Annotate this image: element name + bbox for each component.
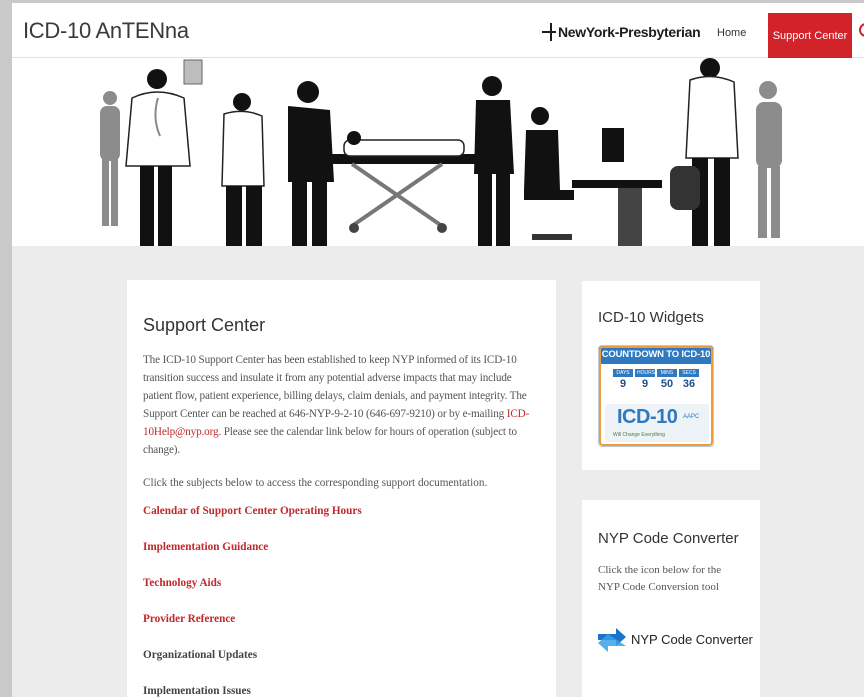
countdown-label-days: DAYS (613, 369, 633, 377)
link-calendar-hours[interactable]: Calendar of Support Center Operating Hou… (143, 505, 362, 541)
countdown-widget[interactable]: COUNTDOWN TO ICD-10 DAYS HOURS MINS SECS… (598, 345, 714, 447)
support-links-list: Calendar of Support Center Operating Hou… (143, 505, 362, 697)
converter-arrows-icon (598, 628, 626, 652)
receptionist-desk-silhouette (524, 107, 662, 246)
subjects-instruction: Click the subjects below to access the c… (143, 477, 488, 489)
link-technology-aids[interactable]: Technology Aids (143, 577, 362, 613)
first-responder-silhouette (670, 58, 739, 246)
top-navigation-bar: ICD-10 AnTENna NewYork-Presbyterian Home… (12, 3, 864, 58)
countdown-label-mins: MINS (657, 369, 677, 377)
icd10-widgets-card: ICD-10 Widgets COUNTDOWN TO ICD-10 DAYS … (582, 281, 760, 470)
aapc-logo: AAPC (683, 414, 700, 420)
stretcher-silhouette (288, 81, 498, 246)
widgets-title: ICD-10 Widgets (598, 309, 704, 326)
icd10-logo-text: ICD-10 (617, 406, 678, 428)
link-provider-reference[interactable]: Provider Reference (143, 613, 362, 649)
link-implementation-issues[interactable]: Implementation Issues (143, 685, 362, 697)
countdown-values: 9 9 50 36 (599, 378, 713, 390)
countdown-labels: DAYS HOURS MINS SECS (599, 369, 713, 377)
nav-home-link[interactable]: Home (717, 27, 746, 39)
link-organizational-updates[interactable]: Organizational Updates (143, 649, 362, 685)
icd10-logo: ICD-10 AAPC Will Change Everything (605, 404, 709, 442)
countdown-mins: 50 (660, 378, 674, 390)
search-icon[interactable] (858, 21, 864, 43)
staff-silhouette-grey-left (100, 91, 120, 226)
nurse-xray-silhouette (183, 59, 265, 246)
staff-silhouette-grey-right (756, 81, 782, 238)
nyp-logo[interactable]: NewYork-Presbyterian (542, 23, 701, 41)
countdown-hours: 9 (641, 378, 649, 390)
countdown-secs: 36 (682, 378, 696, 390)
countdown-days: 9 (619, 378, 627, 390)
support-center-card: Support Center The ICD-10 Support Center… (127, 280, 556, 697)
code-converter-card: NYP Code Converter Click the icon below … (582, 500, 760, 697)
hero-banner-silhouettes (12, 58, 864, 246)
countdown-label-hours: HOURS (635, 369, 656, 377)
doctor-silhouette (125, 69, 191, 246)
countdown-label-secs: SECS (679, 369, 699, 377)
link-implementation-guidance[interactable]: Implementation Guidance (143, 541, 362, 577)
converter-title: NYP Code Converter (598, 530, 739, 547)
intro-text: The ICD-10 Support Center has been estab… (143, 354, 527, 420)
nyp-logo-text: NewYork-Presbyterian (558, 24, 701, 40)
countdown-header: COUNTDOWN TO ICD-10 (599, 346, 713, 364)
nyp-cross-icon (542, 23, 556, 41)
code-converter-button[interactable]: NYP Code Converter (596, 624, 753, 654)
nav-support-center-link[interactable]: Support Center (768, 13, 852, 58)
converter-description: Click the icon below for the NYP Code Co… (598, 564, 722, 593)
site-title[interactable]: ICD-10 AnTENna (23, 18, 189, 44)
converter-button-label: NYP Code Converter (631, 631, 753, 647)
page-title: Support Center (143, 315, 266, 335)
paramedic-silhouette (474, 76, 514, 246)
icd10-tagline: Will Change Everything (613, 432, 665, 438)
intro-paragraph: The ICD-10 Support Center has been estab… (143, 351, 540, 459)
